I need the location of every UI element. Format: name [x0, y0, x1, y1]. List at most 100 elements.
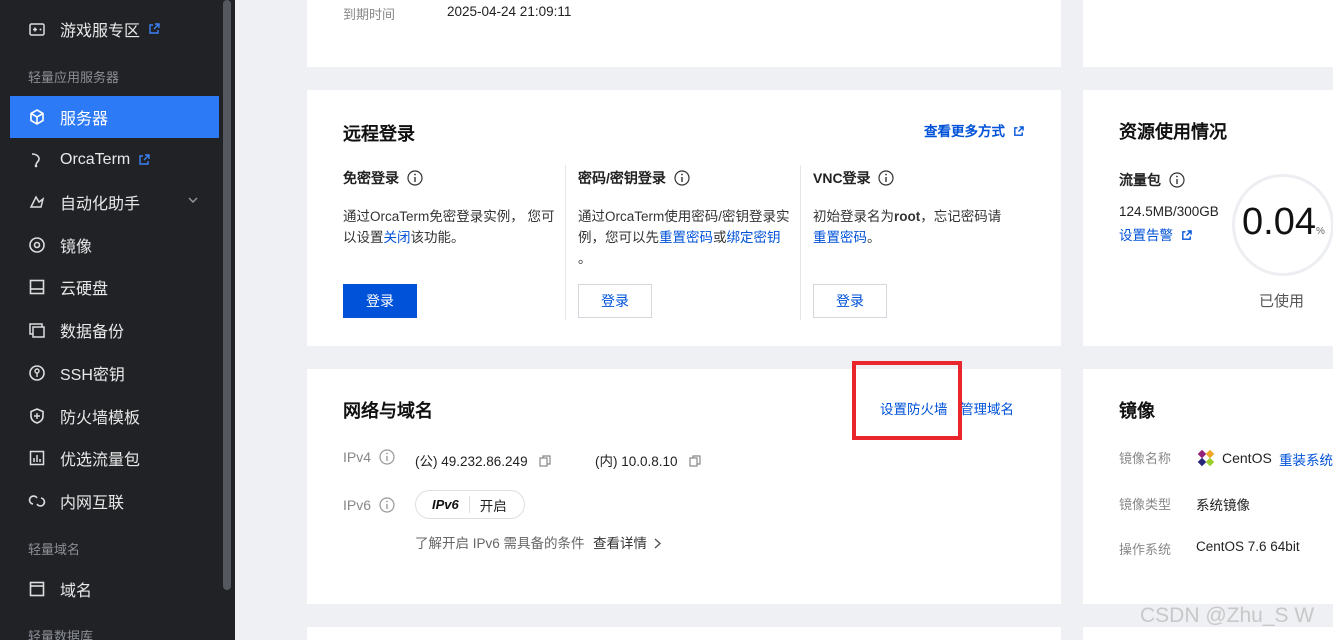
sidebar-item-intranet[interactable]: 内网互联	[10, 480, 219, 522]
chevron-right-icon	[654, 538, 661, 549]
image-name-value: CentOS	[1196, 448, 1272, 468]
sidebar-group-lighthouse: 轻量应用服务器	[28, 70, 120, 85]
image-type-label: 镜像类型	[1119, 497, 1172, 512]
ipv4-label: IPv4	[343, 449, 395, 465]
sidebar-item-automation[interactable]: 自动化助手	[10, 181, 219, 223]
backup-icon	[28, 321, 46, 339]
sidebar-item-image[interactable]: 镜像	[10, 224, 219, 266]
sidebar-item-label: 数据备份	[60, 324, 125, 341]
vnc-login-button[interactable]: 登录	[813, 284, 887, 318]
sidebar-item-label: 自动化助手	[60, 196, 141, 213]
sidebar-item-game-zone[interactable]: 游戏服专区	[10, 8, 219, 50]
image-title: 镜像	[1119, 401, 1155, 421]
domain-icon	[28, 580, 46, 598]
image-card: 镜像 镜像名称 CentOS 重装系统 镜像类型 系统镜像 操作系统 CentO…	[1083, 369, 1333, 604]
ipv6-badge: IPv6	[432, 497, 459, 512]
bind-key-link[interactable]: 绑定密钥	[727, 230, 781, 245]
sidebar-item-label: SSH密钥	[60, 367, 125, 384]
image-type-value: 系统镜像	[1196, 498, 1250, 513]
image-name-label: 镜像名称	[1119, 451, 1172, 466]
instance-info-card: 到期时间 2025-04-24 21:09:11	[307, 0, 1061, 67]
disable-link[interactable]: 关闭	[384, 230, 411, 245]
more-login-methods-link[interactable]: 查看更多方式	[924, 120, 1024, 140]
shield-icon	[28, 407, 46, 425]
watermark: CSDN @Zhu_S W	[1140, 604, 1315, 627]
sidebar-item-label: 服务器	[60, 111, 109, 128]
password-key-desc-3: 。	[578, 251, 592, 266]
info-icon[interactable]	[1169, 172, 1185, 188]
password-key-desc: 通过OrcaTerm使用密码/密钥登录实	[578, 209, 790, 224]
next-card	[307, 627, 1061, 640]
gamepad-icon	[28, 20, 46, 38]
vnc-login-label: VNC登录	[813, 168, 895, 188]
disk-icon	[28, 278, 46, 296]
ipv6-status-pill: IPv6 开启	[415, 490, 525, 519]
sidebar-item-label: 内网互联	[60, 495, 125, 512]
sidebar-item-backup[interactable]: 数据备份	[10, 309, 219, 351]
sidebar-item-traffic-package[interactable]: 优选流量包	[10, 437, 219, 479]
info-icon[interactable]	[878, 170, 895, 186]
ipv6-status: 开启	[479, 498, 507, 514]
info-icon[interactable]	[379, 449, 395, 465]
passwordless-login-button[interactable]: 登录	[343, 284, 417, 318]
sidebar-item-cloud-disk[interactable]: 云硬盘	[10, 266, 219, 308]
sidebar-item-label: 优选流量包	[60, 452, 141, 469]
column-divider	[565, 165, 566, 320]
set-alarm-link[interactable]: 设置告警	[1119, 224, 1192, 244]
sidebar-item-orcaterm[interactable]: OrcaTerm	[10, 139, 219, 181]
sidebar: 游戏服专区 轻量应用服务器 服务器 OrcaTerm 自动化助手 镜像 云硬盘	[0, 0, 235, 640]
sidebar-item-label: 防火墙模板	[60, 410, 141, 427]
network-icon	[28, 492, 46, 510]
reset-password-link[interactable]: 重置密码	[659, 230, 713, 245]
column-divider	[800, 165, 801, 320]
top-right-card	[1083, 0, 1333, 67]
sidebar-item-ssh-key[interactable]: SSH密钥	[10, 352, 219, 394]
external-link-icon	[139, 154, 150, 165]
highlight-annotation-box	[852, 361, 962, 440]
manage-domain-link[interactable]: 管理域名	[960, 398, 1014, 418]
password-key-login-button[interactable]: 登录	[578, 284, 652, 318]
key-icon	[28, 364, 46, 382]
vnc-desc-2: 重置密码。	[813, 230, 881, 245]
os-value: CentOS 7.6 64bit	[1196, 539, 1300, 554]
cube-icon	[28, 108, 46, 126]
chevron-down-icon	[188, 197, 198, 203]
sidebar-group-domain: 轻量域名	[28, 542, 81, 557]
external-link-icon	[1013, 126, 1024, 136]
sidebar-group-database: 轻量数据库	[28, 629, 94, 640]
network-title: 网络与域名	[343, 401, 433, 421]
vnc-reset-password-link[interactable]: 重置密码	[813, 230, 867, 245]
passwordless-desc: 通过OrcaTerm免密登录实例， 您可	[343, 209, 555, 224]
sidebar-item-label: 游戏服专区	[60, 23, 141, 40]
os-label: 操作系统	[1119, 542, 1172, 557]
copy-icon[interactable]	[539, 455, 551, 467]
sidebar-item-label: OrcaTerm	[60, 151, 131, 168]
used-label: 已使用	[1259, 293, 1305, 310]
sidebar-scrollbar[interactable]	[223, 0, 231, 590]
reinstall-system-link[interactable]: 重装系统	[1279, 449, 1333, 469]
vnc-desc: 初始登录名为root，忘记密码请	[813, 209, 1002, 224]
remote-login-title: 远程登录	[343, 124, 415, 144]
info-icon[interactable]	[379, 497, 395, 513]
external-link-icon	[1181, 230, 1192, 240]
ipv6-detail-link[interactable]: 查看详情	[593, 532, 662, 552]
sidebar-item-server[interactable]: 服务器	[10, 96, 219, 138]
info-icon[interactable]	[674, 170, 690, 186]
image-disc-icon	[28, 236, 46, 254]
automation-icon	[28, 193, 46, 211]
ipv4-private: (内) 10.0.8.10	[595, 450, 701, 470]
password-key-login-label: 密码/密钥登录	[578, 168, 690, 188]
sidebar-item-label: 云硬盘	[60, 281, 109, 298]
ipv6-label: IPv6	[343, 497, 395, 513]
info-icon[interactable]	[407, 170, 423, 186]
expire-label: 到期时间	[343, 7, 396, 22]
expire-value: 2025-04-24 21:09:11	[447, 4, 572, 19]
sidebar-item-firewall-template[interactable]: 防火墙模板	[10, 395, 219, 437]
remote-login-card: 远程登录 查看更多方式 免密登录 通过OrcaTerm免密登录实例， 您可 以设…	[307, 90, 1061, 346]
sidebar-item-label: 域名	[60, 583, 93, 600]
copy-icon[interactable]	[689, 455, 701, 467]
sidebar-item-domain[interactable]: 域名	[10, 568, 219, 610]
ipv4-public: (公) 49.232.86.249	[415, 450, 551, 470]
centos-logo-icon	[1197, 449, 1215, 467]
terminal-icon	[28, 151, 46, 169]
